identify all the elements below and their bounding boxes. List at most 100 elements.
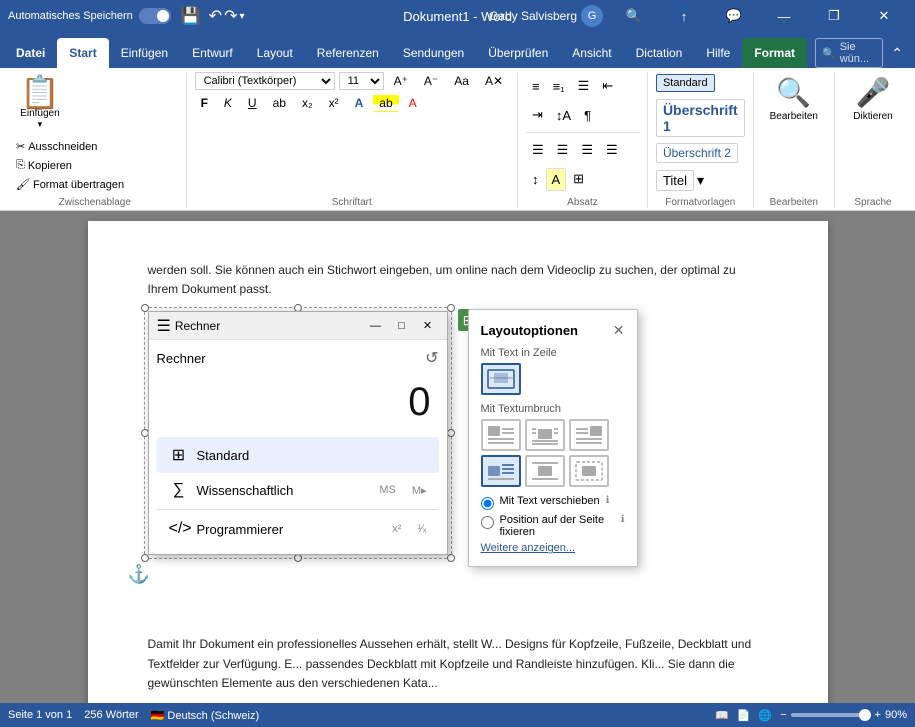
layout-wrap6-button[interactable] — [569, 455, 609, 487]
calc-menu-icon[interactable]: ☰ — [157, 316, 171, 336]
zoom-slider[interactable] — [791, 713, 871, 717]
calc-close-button[interactable]: ✕ — [417, 318, 439, 334]
autosave-toggle[interactable] — [139, 8, 171, 24]
italic-button[interactable]: K — [218, 94, 238, 112]
bold-button[interactable]: F — [195, 94, 214, 112]
user-avatar[interactable]: G — [581, 5, 603, 27]
handle-br[interactable] — [447, 554, 455, 562]
style-normal[interactable]: Standard — [656, 74, 715, 92]
layout-move-with-text-radio[interactable] — [481, 497, 494, 510]
layout-wrap3-button[interactable] — [569, 419, 609, 451]
grow-font-button[interactable]: A⁺ — [388, 72, 414, 90]
clear-format-button[interactable]: A✕ — [479, 72, 509, 90]
calc-minimize-button[interactable]: — — [365, 318, 387, 334]
increase-indent-button[interactable]: ⇥ — [526, 103, 549, 127]
view-web-icon[interactable]: 🌐 — [758, 709, 772, 722]
diktieren-button[interactable]: 🎤 Diktieren — [843, 72, 903, 126]
shrink-font-button[interactable]: A⁻ — [418, 72, 444, 90]
handle-mr[interactable] — [447, 429, 455, 437]
underline-button[interactable]: U — [242, 94, 263, 112]
tab-start[interactable]: Start — [57, 38, 108, 68]
shading-button[interactable]: A — [546, 168, 567, 191]
tab-referenzen[interactable]: Referenzen — [305, 38, 391, 68]
search-title-icon[interactable]: 🔍 — [611, 0, 657, 32]
paste-dropdown[interactable]: ▾ — [38, 119, 43, 130]
font-color-button[interactable]: A — [403, 94, 423, 112]
multilevel-button[interactable]: ☰ — [572, 74, 596, 98]
cut-button[interactable]: ✂Ausschneiden — [12, 138, 128, 155]
tab-ueberpruefen[interactable]: Überprüfen — [476, 38, 560, 68]
view-read-icon[interactable]: 📖 — [715, 709, 729, 722]
align-right-button[interactable]: ☰ — [575, 138, 599, 162]
tab-datei[interactable]: Datei — [4, 38, 57, 68]
justify-button[interactable]: ☰ — [600, 138, 624, 162]
style-h2[interactable]: Überschrift 2 — [656, 143, 738, 163]
bullets-button[interactable]: ≡ — [526, 75, 546, 98]
zoom-in-button[interactable]: + — [875, 709, 881, 721]
calc-mode-standard[interactable]: ⊞ Standard — [157, 437, 439, 473]
line-spacing-button[interactable]: ↕ — [526, 168, 545, 191]
tab-ansicht[interactable]: Ansicht — [560, 38, 623, 68]
show-marks-button[interactable]: ¶ — [578, 104, 597, 127]
layout-wrap4-button[interactable] — [481, 455, 521, 487]
style-h1[interactable]: Überschrift 1 — [656, 99, 745, 137]
style-title[interactable]: Titel — [656, 170, 694, 191]
tab-sendungen[interactable]: Sendungen — [391, 38, 476, 68]
tab-format[interactable]: Format — [742, 38, 807, 68]
comments-icon[interactable]: 💬 — [711, 0, 757, 32]
zoom-out-button[interactable]: − — [780, 709, 786, 721]
border-button[interactable]: ⊞ — [567, 167, 590, 191]
tab-hilfe[interactable]: Hilfe — [694, 38, 742, 68]
font-family-select[interactable]: Calibri (Textkörper) — [195, 72, 335, 90]
layout-info-icon1[interactable]: ℹ — [606, 495, 610, 506]
layout-inline-button[interactable] — [481, 363, 521, 395]
change-case-button[interactable]: Aa — [448, 72, 475, 90]
calculator-window[interactable]: ☰ Rechner — □ ✕ Rechner ↺ 0 — [148, 311, 448, 555]
tab-entwurf[interactable]: Entwurf — [180, 38, 245, 68]
undo-button[interactable]: ↶ — [209, 6, 222, 26]
bearbeiten-button[interactable]: 🔍 Bearbeiten — [762, 72, 826, 126]
ribbon-search-box[interactable]: 🔍 Sie wün... — [815, 38, 883, 68]
font-size-select[interactable]: 11 — [339, 72, 384, 90]
styles-more-button[interactable]: ▾ — [697, 172, 704, 189]
layout-wrap1-button[interactable] — [481, 419, 521, 451]
paste-button[interactable]: 📋 Einfügen ▾ — [12, 72, 68, 134]
copy-button[interactable]: ⎘Kopieren — [12, 157, 128, 174]
layout-more-link[interactable]: Weitere anzeigen... — [481, 542, 625, 554]
view-layout-icon[interactable]: 📄 — [737, 709, 751, 722]
sort-button[interactable]: ↕A — [550, 104, 577, 127]
tab-layout[interactable]: Layout — [245, 38, 305, 68]
restore-button[interactable]: ❐ — [811, 0, 857, 32]
handle-tr[interactable] — [447, 304, 455, 312]
ribbon-collapse-icon[interactable]: ⌃ — [891, 45, 903, 62]
decrease-indent-button[interactable]: ⇤ — [596, 74, 619, 98]
share-icon[interactable]: ↑ — [661, 0, 707, 32]
format-painter-button[interactable]: 🖌Format übertragen — [12, 176, 128, 193]
numbering-button[interactable]: ≡₁ — [547, 75, 571, 98]
layout-wrap5-button[interactable] — [525, 455, 565, 487]
close-button[interactable]: ✕ — [861, 0, 907, 32]
superscript-button[interactable]: x² — [323, 94, 345, 112]
redo-button[interactable]: ↷ — [224, 6, 237, 26]
minimize-button[interactable]: — — [761, 0, 807, 32]
text-highlight-button[interactable]: ab — [373, 94, 398, 112]
layout-info-icon2[interactable]: ℹ — [621, 514, 625, 525]
align-left-button[interactable]: ☰ — [526, 138, 550, 162]
tab-dictation[interactable]: Dictation — [624, 38, 695, 68]
language-display[interactable]: 🇩🇪 Deutsch (Schweiz) — [151, 709, 259, 722]
customize-quick-access[interactable]: ▾ — [239, 11, 244, 22]
strikethrough-button[interactable]: ab — [267, 94, 292, 112]
handle-bc[interactable] — [294, 554, 302, 562]
layout-popup-close[interactable]: ✕ — [613, 322, 625, 339]
save-icon[interactable]: 💾 — [181, 6, 201, 26]
align-center-button[interactable]: ☰ — [551, 138, 575, 162]
subscript-button[interactable]: x₂ — [296, 94, 319, 112]
calc-mode-programmer[interactable]: </> Programmierer x² ¹∕ₓ — [157, 512, 439, 546]
handle-bl[interactable] — [141, 554, 149, 562]
layout-wrap2-button[interactable] — [525, 419, 565, 451]
layout-fix-position-radio[interactable] — [481, 516, 494, 529]
text-effects-button[interactable]: A — [349, 94, 370, 112]
calc-history-button[interactable]: ↺ — [425, 348, 438, 368]
calc-restore-button[interactable]: □ — [391, 318, 413, 334]
calc-mode-scientific[interactable]: ∑ Wissenschaftlich MS M▸ — [157, 473, 439, 507]
